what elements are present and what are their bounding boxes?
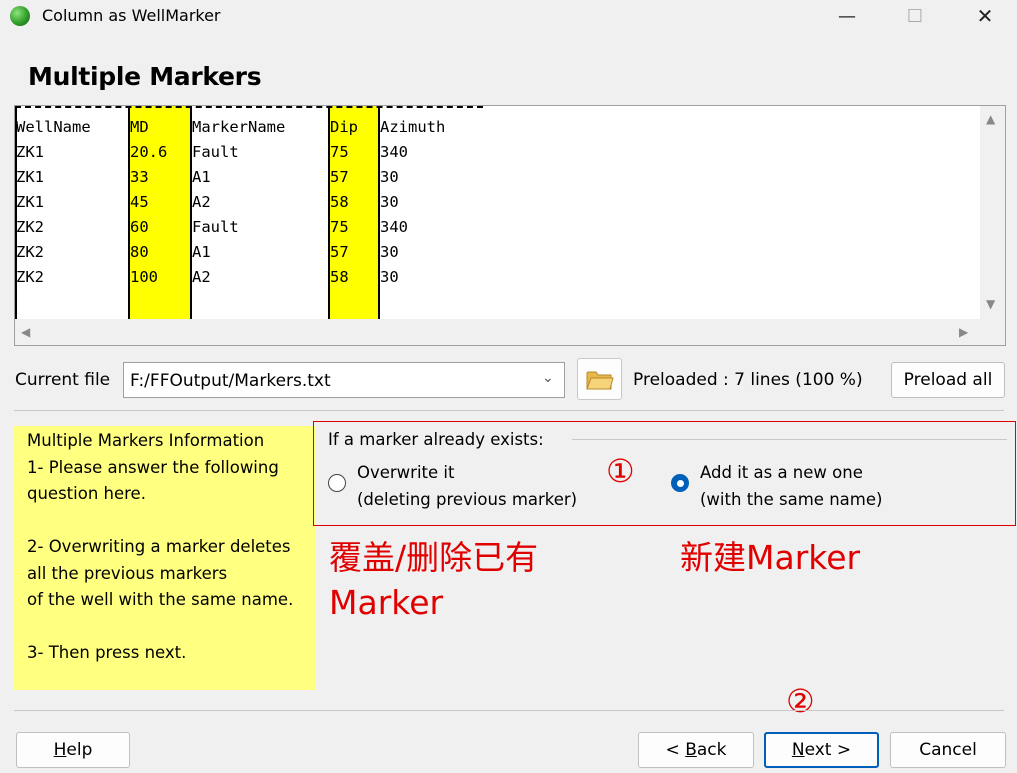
group-legend: If a marker already exists:	[328, 430, 550, 449]
app-globe-icon	[10, 6, 30, 26]
preview-cell: 340	[380, 143, 408, 161]
help-mnemonic: H	[53, 740, 67, 760]
annotation-number-1: ①	[606, 452, 635, 490]
scroll-left-icon[interactable]: ◀	[21, 325, 30, 339]
folder-icon	[586, 371, 614, 390]
preview-header-cell: MarkerName	[192, 118, 286, 136]
preview-text-area: WellName MD MarkerName Dip Azimuth ZK1 20.6 Fau…	[15, 106, 980, 319]
data-preview[interactable]: WellName MD MarkerName Dip Azimuth ZK1 20.6 Fau…	[14, 105, 1006, 346]
preview-cell: 45	[130, 193, 149, 211]
preview-cell: 30	[380, 268, 399, 286]
horizontal-scrollbar[interactable]: ◀ ▶	[15, 319, 1005, 345]
add-new-radio[interactable]	[671, 474, 689, 492]
add-new-label-line2: (with the same name)	[700, 489, 883, 509]
minimize-button[interactable]: —	[824, 0, 870, 32]
preview-cell: 57	[330, 243, 349, 261]
divider	[14, 410, 1004, 411]
preview-cell: ZK1	[16, 143, 44, 161]
help-label-rest: elp	[66, 740, 93, 760]
preview-cell: 58	[330, 193, 349, 211]
add-new-label-line1: Add it as a new one	[700, 463, 863, 482]
next-button[interactable]: Next >	[764, 732, 879, 768]
current-file-value: F:/FFOutput/Markers.txt	[130, 371, 331, 391]
preview-cell: ZK1	[16, 193, 44, 211]
add-new-option-label[interactable]: Add it as a new one (with the same name)	[700, 460, 882, 513]
annotation-overwrite-line2: Marker	[329, 583, 444, 622]
annotation-overwrite-line1: 覆盖/删除已有	[329, 538, 539, 577]
preview-cell: ZK2	[16, 268, 44, 286]
preload-all-button[interactable]: Preload all	[891, 362, 1005, 398]
overwrite-option-label[interactable]: Overwrite it (deleting previous marker)	[357, 460, 577, 513]
browse-folder-button[interactable]	[577, 358, 622, 400]
preview-cell: 100	[130, 268, 158, 286]
back-mnemonic: B	[685, 740, 697, 760]
preview-cell: 57	[330, 168, 349, 186]
preview-cell: ZK2	[16, 243, 44, 261]
next-mnemonic: N	[791, 740, 805, 760]
page-title: Multiple Markers	[28, 62, 262, 91]
preview-cell: 60	[130, 218, 149, 236]
scroll-up-icon[interactable]: ▲	[986, 112, 995, 126]
scroll-right-icon[interactable]: ▶	[959, 325, 968, 339]
vertical-scrollbar[interactable]: ▲ ▼	[980, 106, 1005, 319]
info-text: Multiple Markers Information 1- Please a…	[27, 431, 294, 662]
next-label-rest: ext	[804, 740, 832, 760]
overwrite-radio[interactable]	[328, 474, 346, 492]
maximize-button[interactable]: ☐	[892, 0, 938, 32]
overwrite-label-line1: Overwrite it	[357, 463, 455, 482]
preview-cell: 30	[380, 243, 399, 261]
preview-cell: 30	[380, 168, 399, 186]
preview-cell: 20.6	[130, 143, 168, 161]
preload-status: Preloaded : 7 lines (100 %)	[633, 370, 863, 390]
preview-cell: 33	[130, 168, 149, 186]
help-button[interactable]: Help	[16, 732, 130, 768]
info-panel: Multiple Markers Information 1- Please a…	[14, 426, 315, 690]
preview-header-cell: WellName	[16, 118, 91, 136]
preview-cell: A2	[192, 268, 211, 286]
preview-cell: A1	[192, 168, 211, 186]
annotation-add-new: 新建Marker	[680, 538, 861, 577]
back-prefix: <	[665, 740, 686, 760]
preview-cell: A2	[192, 193, 211, 211]
preview-cell: 58	[330, 268, 349, 286]
preview-cell: A1	[192, 243, 211, 261]
divider	[14, 710, 1004, 711]
chevron-down-icon[interactable]: ⌄	[542, 370, 554, 386]
back-label-rest: ack	[696, 740, 727, 760]
window-title: Column as WellMarker	[42, 6, 221, 25]
preview-cell: Fault	[192, 218, 239, 236]
cancel-button[interactable]: Cancel	[890, 732, 1006, 768]
preview-cell: 75	[330, 143, 349, 161]
annotation-overwrite: 覆盖/删除已有 Marker	[329, 535, 538, 625]
current-file-select[interactable]: F:/FFOutput/Markers.txt ⌄	[123, 362, 565, 398]
preview-cell: ZK1	[16, 168, 44, 186]
scroll-down-icon[interactable]: ▼	[986, 297, 995, 311]
preview-cell: ZK2	[16, 218, 44, 236]
next-suffix: >	[831, 740, 852, 760]
current-file-label: Current file	[15, 370, 111, 390]
title-bar: Column as WellMarker — ☐ ✕	[0, 0, 1017, 34]
preview-header-cell: MD	[130, 118, 149, 136]
dashed-border	[15, 106, 483, 108]
back-button[interactable]: < Back	[638, 732, 754, 768]
close-button[interactable]: ✕	[962, 0, 1008, 32]
preview-cell: 75	[330, 218, 349, 236]
annotation-number-2: ②	[786, 682, 815, 720]
preview-cell: Fault	[192, 143, 239, 161]
preview-cell: 340	[380, 218, 408, 236]
group-divider	[572, 439, 1007, 440]
preview-cell: 80	[130, 243, 149, 261]
preview-cell: 30	[380, 193, 399, 211]
overwrite-label-line2: (deleting previous marker)	[357, 489, 578, 509]
preview-header-cell: Dip	[330, 118, 358, 136]
preview-header-cell: Azimuth	[380, 118, 446, 136]
